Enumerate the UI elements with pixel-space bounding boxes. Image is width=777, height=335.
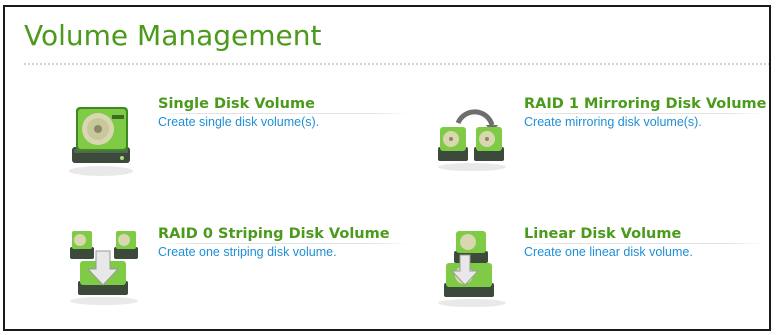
linear-disk-icon [436, 225, 512, 315]
single-disk-icon [68, 101, 144, 191]
option-label[interactable]: Linear Disk Volume [524, 225, 681, 243]
option-label[interactable]: RAID 1 Mirroring Disk Volume [524, 95, 767, 113]
raid1-mirroring-option[interactable]: RAID 1 Mirroring Disk Volume Create mirr… [418, 95, 767, 195]
option-description: Create mirroring disk volume(s). [524, 115, 702, 129]
option-label[interactable]: Single Disk Volume [158, 95, 315, 113]
option-label[interactable]: RAID 0 Striping Disk Volume [158, 225, 390, 243]
raid0-striping-icon [68, 225, 144, 315]
title-divider [24, 63, 769, 65]
option-description: Create single disk volume(s). [158, 115, 320, 129]
raid1-mirroring-icon [436, 95, 512, 185]
raid0-striping-option[interactable]: RAID 0 Striping Disk Volume Create one s… [48, 225, 408, 325]
linear-disk-volume-option[interactable]: Linear Disk Volume Create one linear dis… [418, 225, 763, 325]
option-description: Create one linear disk volume. [524, 245, 693, 259]
single-disk-volume-option[interactable]: Single Disk Volume Create single disk vo… [48, 95, 408, 195]
option-description: Create one striping disk volume. [158, 245, 337, 259]
volume-management-panel: Volume Management Single Disk Volume Cre… [3, 5, 771, 331]
page-title: Volume Management [24, 19, 322, 52]
